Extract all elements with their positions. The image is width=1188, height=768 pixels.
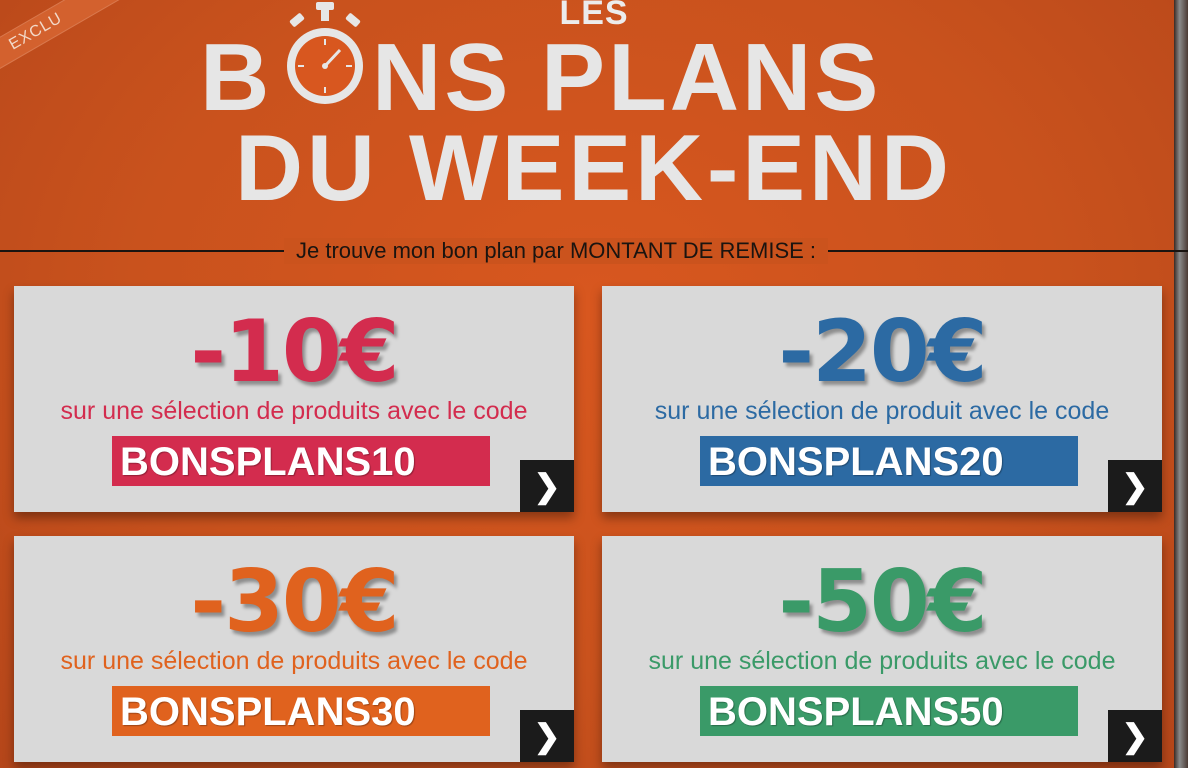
section-label: Je trouve mon bon plan par MONTANT DE RE… bbox=[284, 238, 829, 264]
offer-card-20[interactable]: -20€ sur une sélection de produit avec l… bbox=[602, 286, 1162, 512]
chevron-right-icon[interactable]: ❯ bbox=[520, 710, 574, 762]
hero-title-rest: NS PLANS bbox=[372, 24, 882, 131]
offer-amount: -20€ bbox=[778, 302, 987, 402]
offer-amount: -50€ bbox=[778, 552, 987, 652]
offer-description: sur une sélection de produits avec le co… bbox=[648, 647, 1116, 675]
offer-description: sur une sélection de produit avec le cod… bbox=[654, 397, 1110, 425]
offer-card-10[interactable]: -10€ sur une sélection de produits avec … bbox=[14, 286, 574, 512]
offer-amount: -10€ bbox=[190, 302, 399, 402]
chevron-right-icon[interactable]: ❯ bbox=[520, 460, 574, 512]
offer-code: BONSPLANS20 bbox=[700, 436, 1078, 486]
chevron-right-icon[interactable]: ❯ bbox=[1108, 460, 1162, 512]
offer-code: BONSPLANS30 bbox=[112, 686, 490, 736]
offer-card-50[interactable]: -50€ sur une sélection de produits avec … bbox=[602, 536, 1162, 762]
offer-card-30[interactable]: -30€ sur une sélection de produits avec … bbox=[14, 536, 574, 762]
hero-banner: LES B NS PLANS DU WEEK-END bbox=[0, 0, 1188, 220]
stopwatch-icon bbox=[287, 2, 363, 104]
hero-title-line2: DU WEEK-END bbox=[235, 115, 953, 220]
hero-title-line1: B NS PLANS bbox=[0, 28, 1188, 128]
offer-code: BONSPLANS50 bbox=[700, 686, 1078, 736]
offer-code: BONSPLANS10 bbox=[112, 436, 490, 486]
offer-amount: -30€ bbox=[190, 552, 399, 652]
chevron-right-icon[interactable]: ❯ bbox=[1108, 710, 1162, 762]
hero-title-b: B bbox=[200, 24, 273, 131]
offer-description: sur une sélection de produits avec le co… bbox=[60, 397, 528, 425]
offer-description: sur une sélection de produits avec le co… bbox=[60, 647, 528, 675]
